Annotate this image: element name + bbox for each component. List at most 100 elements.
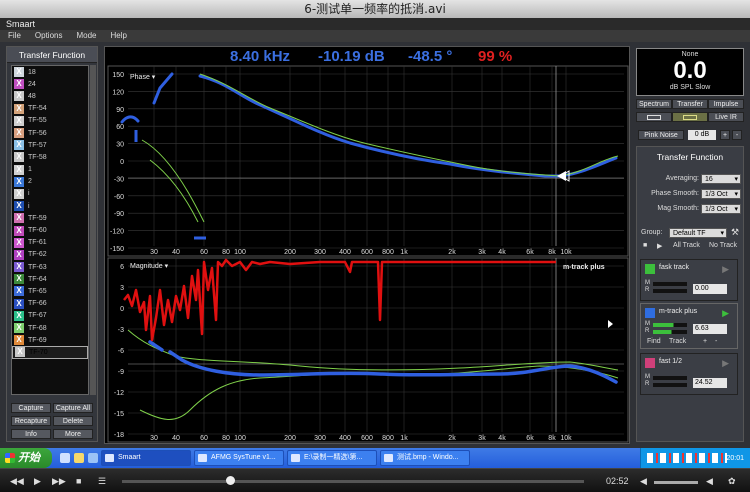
y-tick-label: -90 [114, 211, 124, 218]
spectrum-mode-button[interactable]: Spectrum [636, 99, 672, 109]
clock: 20:01 [726, 454, 744, 462]
playlist-icon[interactable]: ☰ [98, 476, 106, 487]
taskbar-item-explorer[interactable]: E:\录制一精选\第... [287, 450, 377, 466]
x-tick-label: 40 [172, 435, 180, 442]
track-plus-button[interactable]: + [703, 338, 707, 345]
track-1-play-icon[interactable]: ▶ [722, 264, 729, 275]
phase-smooth-label: Phase Smooth: [651, 190, 699, 197]
y-tick-label: 90 [116, 107, 124, 114]
x-tick-label: 400 [339, 249, 351, 256]
x-tick-label: 100 [234, 249, 246, 256]
all-track-button[interactable]: All Track [673, 242, 700, 249]
x-tick-label: 4k [498, 249, 506, 256]
volume-slider[interactable] [654, 481, 698, 484]
y-tick-label: -60 [114, 194, 124, 201]
pink-noise-level[interactable]: 0 dB [688, 130, 716, 140]
track-2[interactable]: m-track plus ▶ M R 6.63 Find Track + - [640, 303, 738, 349]
no-track-button[interactable]: No Track [709, 242, 737, 249]
y-tick-label: -9 [118, 369, 124, 376]
stop-icon[interactable]: ■ [76, 476, 81, 486]
track-3-delay[interactable]: 24.52 [693, 378, 727, 388]
taskbar-item-paint[interactable]: 测试.bmp - Windo... [380, 450, 470, 466]
y-tick-label: 60 [116, 124, 124, 131]
track-minus-button[interactable]: - [715, 338, 717, 345]
mag-smooth-dropdown[interactable]: 1/3 Oct [701, 204, 741, 215]
track-2-play-icon[interactable]: ▶ [722, 308, 729, 319]
track-3-play-icon[interactable]: ▶ [722, 358, 729, 369]
y-tick-label: 0 [120, 306, 124, 313]
dual-view-icon [683, 115, 697, 120]
pink-noise-plus[interactable]: + [720, 130, 730, 140]
play-icon[interactable]: ▶ [657, 242, 662, 250]
spl-unit: dB SPL Slow [669, 84, 711, 91]
spl-meter[interactable]: None 0.0 dB SPL Slow [636, 48, 744, 96]
tray-icons[interactable] [647, 453, 727, 463]
live-ir-button[interactable]: Live IR [708, 112, 744, 122]
forward-icon[interactable]: ▶▶ [52, 476, 66, 487]
x-tick-label: 400 [339, 435, 351, 442]
x-tick-label: 300 [314, 435, 326, 442]
x-tick-label: 3k [478, 435, 486, 442]
transfer-mode-button[interactable]: Transfer [672, 99, 708, 109]
rewind-icon[interactable]: ◀◀ [10, 476, 24, 487]
windows-taskbar: 开始 Smaart AFMG SysTune v1... E:\录制一精选\第.… [0, 448, 750, 468]
x-tick-label: 40 [172, 249, 180, 256]
track-2-name: m-track plus [659, 308, 698, 315]
taskbar-item-smaart[interactable]: Smaart [101, 450, 191, 466]
x-tick-label: 800 [382, 435, 394, 442]
track-1-r-label: R [645, 287, 650, 293]
x-tick-label: 80 [222, 435, 230, 442]
trace-label: m-track plus [563, 264, 605, 271]
single-view-button[interactable] [636, 112, 672, 122]
impulse-mode-button[interactable]: Impulse [708, 99, 744, 109]
phase-plot-label[interactable]: Phase ▾ [130, 74, 156, 81]
track-1[interactable]: fask track ▶ M R 0.00 [640, 259, 738, 301]
quicklaunch-folder-icon[interactable] [74, 453, 84, 463]
tf-settings-panel: Transfer Function Averaging: 16 Phase Sm… [636, 146, 744, 442]
track-2-m-label: M [645, 321, 650, 327]
x-tick-label: 4k [498, 435, 506, 442]
track-1-delay[interactable]: 0.00 [693, 284, 727, 294]
track-3[interactable]: fast 1/2 ▶ M R 24.52 [640, 353, 738, 395]
find-button[interactable]: Find [647, 338, 661, 345]
phase-smooth-dropdown[interactable]: 1/3 Oct [701, 189, 741, 200]
seek-bar[interactable] [122, 480, 584, 483]
averaging-dropdown[interactable]: 16 [701, 174, 741, 185]
track-2-r-label: R [645, 328, 650, 334]
start-button[interactable]: 开始 [0, 448, 52, 468]
track-2-r-meter [653, 330, 687, 334]
x-tick-label: 6k [526, 249, 534, 256]
y-tick-label: 6 [120, 264, 124, 271]
x-tick-label: 800 [382, 249, 394, 256]
tools-icon[interactable]: ⚒ [731, 227, 739, 238]
y-tick-label: 120 [112, 89, 124, 96]
settings-icon[interactable]: ✿ [728, 476, 736, 487]
volume-max-icon[interactable]: ◀ [706, 476, 713, 487]
y-tick-label: -150 [110, 246, 124, 253]
y-tick-label: 0 [120, 159, 124, 166]
track-3-m-label: M [645, 374, 650, 380]
magnitude-plot-label[interactable]: Magnitude ▾ [130, 263, 169, 270]
pink-noise-button[interactable]: Pink Noise [638, 130, 684, 140]
seek-knob[interactable] [226, 476, 235, 485]
x-tick-label: 1k [400, 249, 408, 256]
y-tick-label: 150 [112, 72, 124, 79]
track-button[interactable]: Track [669, 338, 686, 345]
quicklaunch-desktop-icon[interactable] [88, 453, 98, 463]
track-3-r-meter [653, 383, 687, 387]
taskbar-item-systune[interactable]: AFMG SysTune v1... [194, 450, 284, 466]
stop-icon[interactable]: ■ [643, 242, 647, 249]
group-label: Group: [641, 229, 663, 236]
system-tray: 20:01 [640, 448, 750, 468]
x-tick-label: 200 [284, 435, 296, 442]
quicklaunch-ie-icon[interactable] [60, 453, 70, 463]
play-pause-icon[interactable]: ▶ [34, 476, 41, 487]
group-dropdown[interactable]: Default TF [669, 228, 727, 239]
dual-view-button[interactable] [672, 112, 708, 122]
magnitude-grid: 630-3-6-9-12-15-18 30 40 60 80 100 200 300 400 60… [107, 257, 629, 443]
pink-noise-minus[interactable]: - [732, 130, 742, 140]
volume-icon[interactable]: ◀ [640, 476, 647, 487]
x-tick-label: 6k [526, 435, 534, 442]
x-tick-label: 8k [548, 435, 556, 442]
track-2-delay[interactable]: 6.63 [693, 324, 727, 334]
